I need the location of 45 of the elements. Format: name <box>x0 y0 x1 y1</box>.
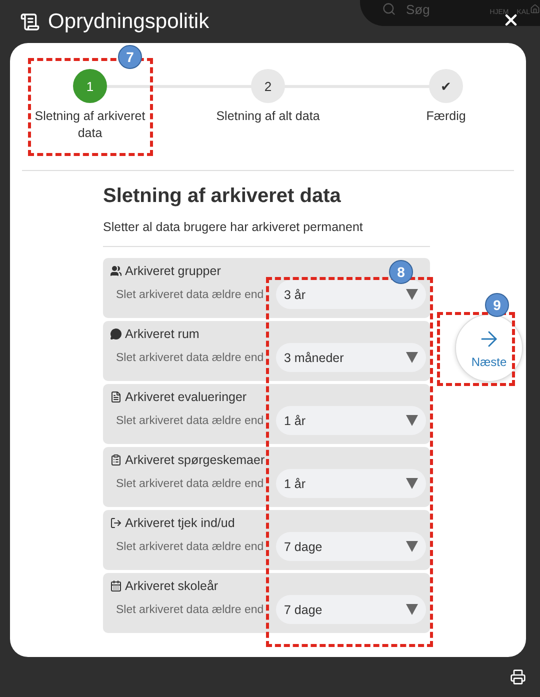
rule-label: Slet arkiveret data ældre end <box>115 288 264 300</box>
step-marker[interactable]: 1 <box>73 69 107 103</box>
printer-icon[interactable] <box>510 669 526 685</box>
search-icon <box>382 2 396 16</box>
step-marker[interactable]: 2 <box>251 69 285 103</box>
people-icon <box>110 265 122 277</box>
rule-label: Slet arkiveret data ældre end <box>115 604 264 616</box>
step-label: Sletning af alt data <box>216 108 320 125</box>
speech-bubble-icon <box>110 328 122 340</box>
rule-title: Arkiveret grupper <box>125 264 221 278</box>
step-marker[interactable]: ✔ <box>429 69 463 103</box>
search-text: Søg <box>406 2 430 16</box>
rule-label: Slet arkiveret data ældre end <box>115 414 264 426</box>
caret-icon <box>406 541 418 552</box>
calendar-icon <box>110 580 122 592</box>
rule-title: Arkiveret tjek ind/ud <box>125 516 235 530</box>
caret-icon <box>406 415 418 426</box>
rule-title: Arkiveret skoleår <box>125 579 218 593</box>
caret-icon <box>406 604 418 615</box>
step-label: Færdig <box>426 108 466 125</box>
period-select[interactable]: 1 år <box>276 469 426 498</box>
clipboard-icon <box>110 454 122 466</box>
window-title: Oprydningspolitik <box>48 10 210 34</box>
rule-label: Slet arkiveret data ældre end <box>115 540 264 552</box>
section-description: Sletter al data brugere har arkiveret permanent <box>103 220 364 234</box>
exit-icon <box>110 517 122 529</box>
rule-title: Arkiveret evalueringer <box>125 390 247 404</box>
next-button[interactable]: Næste <box>455 314 523 382</box>
caret-icon <box>406 352 418 363</box>
rule-label: Slet arkiveret data ældre end <box>115 352 264 364</box>
period-select[interactable]: 1 år <box>276 406 426 435</box>
scroll-icon <box>20 12 40 32</box>
home-icon <box>530 4 540 14</box>
document-icon <box>110 391 122 403</box>
period-select[interactable]: 7 dage <box>276 595 426 624</box>
caret-icon <box>406 289 418 300</box>
period-select[interactable]: 3 måneder <box>276 343 426 372</box>
section-title: Sletning af arkiveret data <box>103 185 342 208</box>
period-select[interactable]: 3 år <box>276 280 426 309</box>
rule-title: Arkiveret spørgeskemaer <box>125 453 265 467</box>
rule-title: Arkiveret rum <box>125 327 200 341</box>
step-label: Sletning af arkiveret data <box>34 108 146 142</box>
rule-label: Slet arkiveret data ældre end <box>115 478 264 490</box>
caret-icon <box>406 478 418 489</box>
period-select[interactable]: 7 dage <box>276 532 426 561</box>
